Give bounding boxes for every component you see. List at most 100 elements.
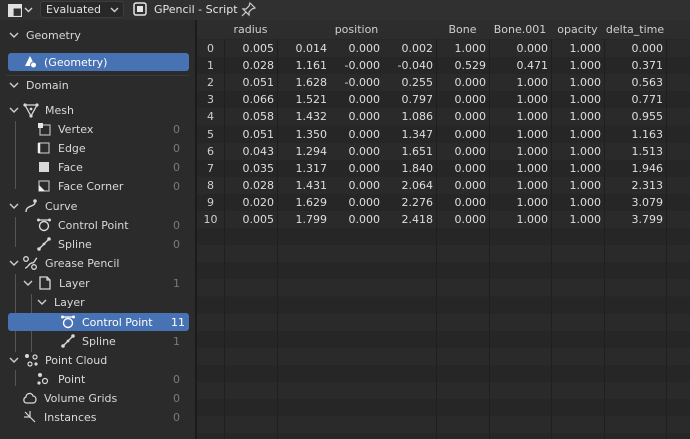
column-header-radius[interactable]: radius (224, 20, 278, 39)
column-header-opacity[interactable]: opacity (551, 20, 605, 39)
geometry-item[interactable]: (Geometry) (8, 53, 189, 71)
domain-vertex[interactable]: Vertex 0 (8, 120, 190, 138)
geometry-panel-header[interactable]: Geometry (8, 26, 190, 44)
position-z-cell: 1.840 (401, 161, 434, 175)
domain-mesh[interactable]: Mesh (8, 101, 190, 119)
row-stripe (197, 228, 690, 246)
domain-face-corner[interactable]: Face Corner 0 (8, 177, 190, 195)
position-z-cell: 2.064 (401, 178, 434, 192)
domain-curve-spline[interactable]: Spline 0 (8, 235, 190, 253)
column-header-delta-time[interactable]: delta_time (604, 20, 667, 39)
position-x-cell: 1.317 (295, 161, 328, 175)
position-z-cell: 1.651 (401, 144, 434, 158)
position-x-cell: 1.431 (295, 178, 328, 192)
domain-layer[interactable]: Layer 1 (8, 274, 190, 292)
position-y-cell: 0.000 (348, 195, 381, 209)
delta-time-cell: 2.313 (631, 178, 664, 192)
column-header-position[interactable]: position (277, 20, 437, 39)
row-stripe (197, 262, 690, 280)
domain-layer-control-point[interactable]: Control Point 11 (8, 313, 189, 331)
bone-cell: 0.000 (454, 110, 487, 124)
domain-volume-grids[interactable]: Volume Grids 0 (8, 389, 190, 407)
row-index: 8 (207, 178, 214, 192)
domain-label: Face Corner (58, 179, 124, 193)
radius-cell: 0.066 (242, 93, 275, 107)
position-x-cell: 1.350 (295, 127, 328, 141)
control-point-icon (61, 315, 75, 329)
bone-cell: 0.000 (454, 178, 487, 192)
position-y-cell: -0.000 (344, 76, 380, 90)
domain-count: 0 (173, 237, 180, 251)
geometry-panel-label: Geometry (26, 28, 81, 42)
position-y-cell: 0.000 (348, 213, 381, 226)
row-stripe (197, 416, 690, 434)
row-index: 2 (207, 76, 214, 90)
opacity-cell: 1.000 (569, 161, 602, 175)
position-y-cell: -0.000 (344, 59, 380, 73)
point-icon (37, 373, 49, 385)
delta-time-cell: 0.563 (631, 76, 664, 90)
position-x-cell: 1.628 (295, 76, 328, 90)
domain-instances[interactable]: Instances 0 (8, 408, 190, 426)
face-icon (39, 162, 49, 172)
point-cloud-icon (25, 354, 38, 367)
radius-cell: 0.005 (242, 42, 275, 55)
column-header-bone[interactable]: Bone (436, 20, 490, 39)
domain-curve[interactable]: Curve (8, 197, 190, 215)
editor-type-button[interactable] (4, 1, 36, 19)
domain-label: Spline (58, 237, 92, 251)
radius-cell: 0.005 (242, 213, 275, 226)
delta-time-cell: 0.000 (631, 42, 664, 55)
spline-icon (61, 334, 75, 348)
domain-count: 1 (173, 276, 180, 290)
position-x-cell: 1.799 (295, 213, 328, 226)
object-data-icon (133, 2, 147, 16)
face-corner-icon (38, 180, 50, 192)
domain-label: Vertex (58, 122, 94, 136)
domain-point[interactable]: Point 0 (8, 370, 190, 388)
radius-cell: 0.051 (242, 127, 275, 141)
position-z-cell: 0.797 (401, 93, 434, 107)
row-index: 1 (207, 59, 214, 73)
domain-panel-header[interactable]: Domain (8, 76, 190, 94)
domain-label: Volume Grids (44, 391, 118, 405)
domain-label: Control Point (82, 315, 153, 329)
delta-time-cell: 0.955 (631, 110, 664, 124)
domain-curve-control-point[interactable]: Control Point 0 (8, 216, 190, 234)
position-z-cell: -0.040 (397, 59, 433, 73)
domain-edge[interactable]: Edge 0 (8, 139, 190, 157)
chevron-down-icon (9, 357, 19, 363)
column-header-bone-001[interactable]: Bone.001 (489, 20, 552, 39)
chevron-down-icon (37, 299, 47, 305)
opacity-cell: 1.000 (569, 195, 602, 209)
position-x-cell: 0.014 (295, 42, 328, 55)
opacity-cell: 1.000 (569, 144, 602, 158)
row-stripe (197, 347, 690, 365)
layer-item[interactable]: Layer (8, 293, 190, 311)
domain-count: 0 (173, 372, 180, 386)
row-index: 9 (207, 195, 214, 209)
column-header-empty (666, 20, 690, 39)
bone-001-cell: 1.000 (516, 110, 549, 124)
position-x-cell: 1.521 (295, 93, 328, 107)
chevron-down-icon (9, 107, 19, 113)
opacity-cell: 1.000 (569, 127, 602, 141)
domain-face[interactable]: Face 0 (8, 158, 190, 176)
domain-point-cloud[interactable]: Point Cloud (8, 351, 190, 369)
vertex-icon (38, 123, 51, 136)
bone-001-cell: 1.000 (516, 93, 549, 107)
domain-grease-pencil[interactable]: Grease Pencil (8, 254, 190, 272)
bone-cell: 1.000 (454, 42, 487, 55)
instances-icon (24, 411, 36, 423)
domain-count: 11 (171, 315, 185, 329)
domain-layer-spline[interactable]: Spline 1 (8, 332, 190, 350)
position-x-cell: 1.294 (295, 144, 328, 158)
domain-label: Point Cloud (45, 353, 108, 367)
data-set-sidebar: Geometry (Geometry) Domain Mesh Vertex 0… (0, 20, 196, 439)
geometry-item-label: (Geometry) (44, 55, 108, 69)
evaluation-mode-dropdown[interactable]: Evaluated (40, 1, 124, 18)
spreadsheet-table: radius position Bone Bone.001 opacity de… (197, 20, 690, 439)
row-index: 6 (207, 144, 214, 158)
pin-icon[interactable] (241, 2, 256, 17)
position-y-cell: 0.000 (348, 127, 381, 141)
